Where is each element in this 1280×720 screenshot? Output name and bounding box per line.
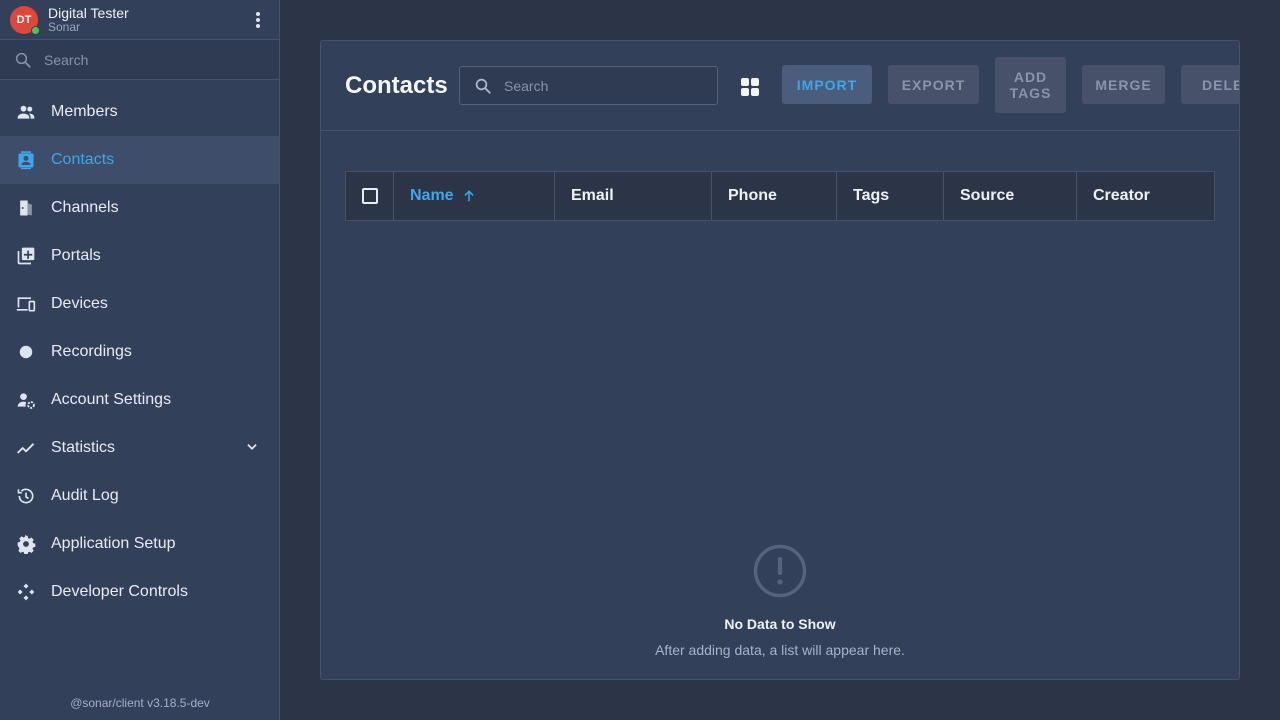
empty-state-subtitle: After adding data, a list will appear he… [655,642,905,658]
sidebar-item-label: Members [51,103,118,120]
audit-log-icon [16,486,36,506]
sidebar-item-label: Portals [51,247,101,264]
portals-icon [16,246,36,266]
column-label: Creator [1093,187,1150,204]
delete-button[interactable]: DELETE [1181,65,1239,104]
sidebar-item-account-settings[interactable]: Account Settings [0,376,279,424]
members-icon [16,102,36,122]
column-label: Name [410,187,454,204]
page-title: Contacts [345,72,448,99]
user-name: Digital Tester [48,4,129,21]
column-label: Phone [728,187,777,204]
sidebar-item-label: Audit Log [51,487,119,504]
channels-icon [16,198,36,218]
sidebar-item-label: Channels [51,199,119,216]
sidebar-nav: Members Contacts Channels Portals Device… [0,88,279,616]
merge-button[interactable]: MERGE [1082,65,1165,104]
empty-state-title: No Data to Show [724,616,836,632]
column-header-tags[interactable]: Tags [837,172,944,220]
chevron-down-icon[interactable] [245,440,259,459]
column-header-creator[interactable]: Creator [1077,172,1214,220]
column-label: Tags [853,187,890,204]
user-org: Sonar [48,19,81,34]
column-header-name[interactable]: Name [394,172,555,220]
sidebar-item-label: Contacts [51,151,115,168]
gear-icon [16,534,36,554]
sidebar-item-application-setup[interactable]: Application Setup [0,520,279,568]
sidebar-item-label: Developer Controls [51,583,188,600]
avatar-initials: DT [16,13,32,26]
sidebar-item-developer-controls[interactable]: Developer Controls [0,568,279,616]
sidebar-search-placeholder: Search [44,51,89,68]
sidebar-item-label: Account Settings [51,391,172,408]
search-icon [475,78,491,94]
alert-icon [753,544,807,598]
sidebar-item-statistics[interactable]: Statistics [0,424,279,472]
sidebar: DT Digital Tester Sonar Search Members C… [0,0,280,720]
import-button[interactable]: IMPORT [782,65,872,104]
online-status-dot [31,25,40,35]
column-header-source[interactable]: Source [944,172,1077,220]
sidebar-item-portals[interactable]: Portals [0,232,279,280]
sidebar-item-label: Application Setup [51,535,176,552]
devices-icon [16,294,36,314]
arrow-up-icon [463,190,474,202]
sidebar-item-devices[interactable]: Devices [0,280,279,328]
add-tags-button[interactable]: ADD TAGS [995,57,1066,113]
contacts-panel: Contacts Search IMPORT EXPORT ADD TAGS M… [320,40,1240,680]
developer-controls-icon [16,582,36,602]
account-settings-icon [16,390,36,410]
export-button[interactable]: EXPORT [888,65,979,104]
sidebar-item-label: Devices [51,295,108,312]
sidebar-search-input[interactable]: Search [0,40,279,80]
empty-state: No Data to Show After adding data, a lis… [321,543,1239,658]
column-label: Email [571,187,614,204]
column-label: Source [960,187,1015,204]
search-placeholder: Search [504,77,549,94]
user-header[interactable]: DT Digital Tester Sonar [0,0,279,40]
table-header: Name Email Phone Tags Source Creator [345,171,1215,221]
sidebar-item-audit-log[interactable]: Audit Log [0,472,279,520]
search-input[interactable]: Search [459,66,718,105]
contacts-icon [16,150,36,170]
column-header-email[interactable]: Email [555,172,712,220]
sidebar-item-contacts[interactable]: Contacts [0,136,279,184]
more-options-icon[interactable] [255,12,261,28]
select-all-checkbox[interactable] [361,188,378,204]
sidebar-item-label: Statistics [51,439,116,456]
sidebar-item-members[interactable]: Members [0,88,279,136]
app-version: @sonar/client v3.18.5-dev [70,696,210,710]
column-header-phone[interactable]: Phone [712,172,837,220]
sidebar-item-channels[interactable]: Channels [0,184,279,232]
statistics-icon [16,438,36,458]
recordings-icon [16,342,36,362]
search-icon [15,52,31,68]
select-all-cell [346,172,394,220]
toolbar: Contacts Search IMPORT EXPORT ADD TAGS M… [321,41,1239,131]
grid-view-icon[interactable] [740,77,760,97]
sidebar-item-recordings[interactable]: Recordings [0,328,279,376]
sidebar-item-label: Recordings [51,343,132,360]
avatar: DT [10,5,40,35]
